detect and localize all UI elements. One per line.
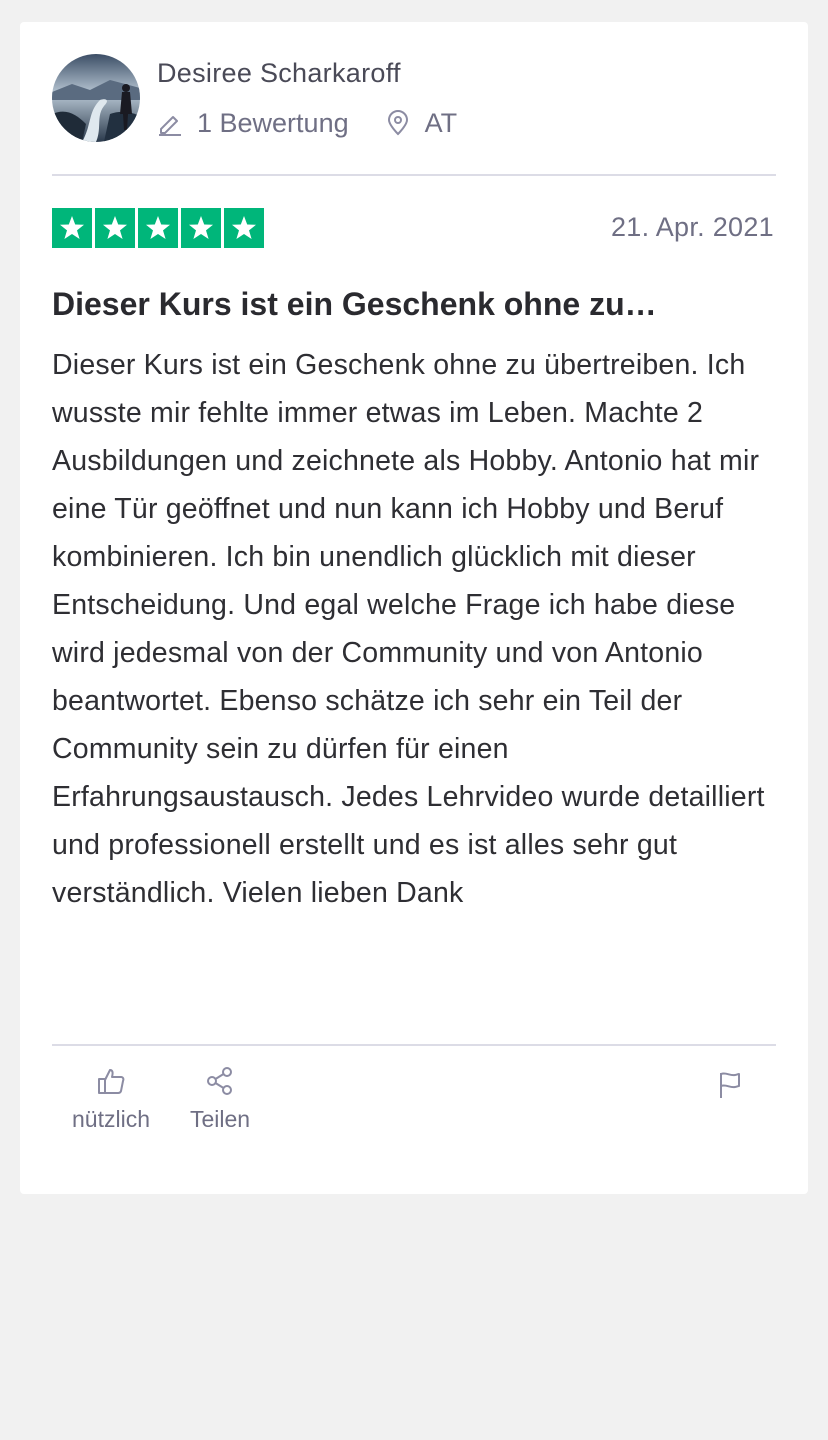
pencil-icon: [157, 110, 183, 136]
share-icon: [207, 1067, 233, 1095]
flag-icon: [720, 1072, 740, 1098]
footer-divider: [52, 1044, 776, 1046]
avatar[interactable]: [52, 54, 140, 142]
star-icon: [52, 208, 92, 248]
share-button[interactable]: Teilen: [190, 1066, 250, 1133]
review-body: Dieser Kurs ist ein Geschenk ohne zu übe…: [52, 349, 765, 909]
header-divider: [52, 174, 776, 176]
review-title[interactable]: Dieser Kurs ist ein Geschenk ohne zu…: [52, 286, 776, 323]
star-icon: [138, 208, 178, 248]
share-label: Teilen: [190, 1106, 251, 1132]
report-button[interactable]: [716, 1070, 744, 1105]
thumbs-up-icon: [97, 1069, 125, 1094]
review-count: 1 Bewertung: [197, 107, 349, 138]
useful-label: nützlich: [72, 1106, 150, 1132]
star-icon: [224, 208, 264, 248]
useful-button[interactable]: nützlich: [72, 1066, 150, 1133]
location-pin-icon: [385, 110, 411, 136]
review-date: 21. Apr. 2021: [610, 212, 774, 242]
avatar-photo: [52, 54, 140, 142]
reviewer-name[interactable]: Desiree Scharkaroff: [157, 58, 401, 89]
star-icon: [95, 208, 135, 248]
reviewer-meta: 1 Bewertung AT: [157, 106, 457, 140]
star-icon: [181, 208, 221, 248]
star-rating: [52, 208, 264, 248]
reviewer-country: AT: [424, 107, 458, 138]
review-card: Desiree Scharkaroff 1 Bewertung AT 21. A…: [20, 22, 808, 1194]
